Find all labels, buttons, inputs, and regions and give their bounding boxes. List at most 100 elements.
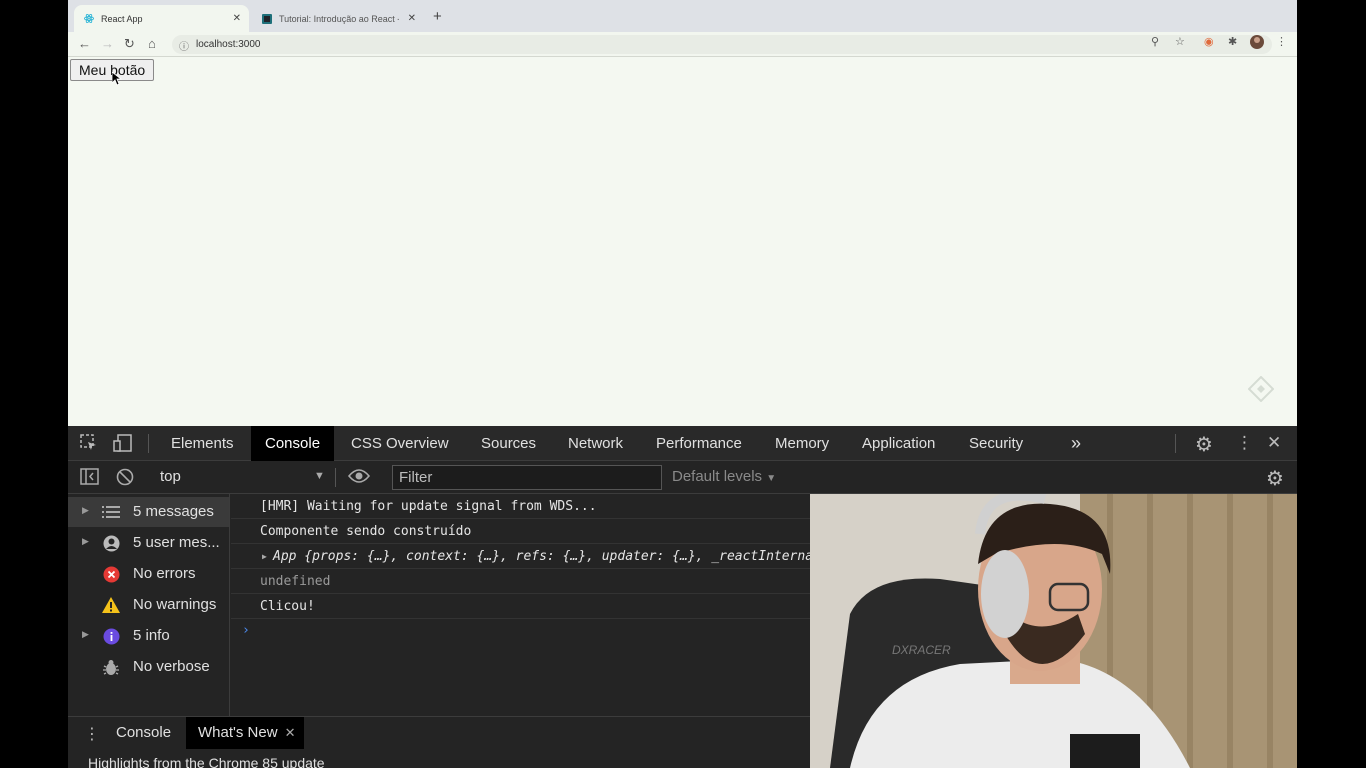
cursor-icon	[111, 71, 123, 89]
more-options-icon[interactable]: ⋮	[1236, 433, 1253, 453]
more-tabs-button[interactable]: »	[1057, 426, 1095, 461]
browser-toolbar: ← → ↻ ⌂ ⓘ localhost:3000 ⚲ ☆ ◉ ✱ ⋮	[68, 32, 1297, 57]
log-entry: [HMR] Waiting for update signal from WDS…	[231, 494, 811, 519]
drawer-tab-whats-new[interactable]: What's New ✕	[186, 717, 304, 749]
drawer-heading: Highlights from the Chrome 85 update	[88, 755, 325, 768]
expand-arrow-icon[interactable]: ▶	[82, 505, 89, 516]
url-text: localhost:3000	[196, 39, 261, 50]
device-toolbar-icon[interactable]	[113, 434, 133, 457]
bug-icon	[102, 658, 120, 676]
close-icon[interactable]: ✕	[233, 13, 241, 24]
list-icon	[102, 503, 120, 521]
dropdown-arrow-icon[interactable]: ▼	[314, 470, 325, 482]
address-bar[interactable]: ⓘ localhost:3000	[172, 35, 1272, 54]
user-icon	[102, 534, 120, 552]
log-text: Clicou!	[260, 599, 315, 614]
divider	[1175, 434, 1176, 453]
tab-strip: React App ✕ Tutorial: Introdução ao Reac…	[68, 0, 1297, 32]
sidebar-item-label: No errors	[133, 565, 196, 582]
sidebar-item-info[interactable]: ▶ 5 info	[68, 621, 229, 651]
drawer-content: Highlights from the Chrome 85 update	[68, 749, 811, 768]
console-sidebar: ▶ 5 messages ▶ 5 user mes... No errors N…	[68, 494, 230, 716]
drawer-tab-label: What's New	[198, 724, 278, 741]
log-text: Componente sendo construído	[260, 524, 472, 539]
webcam-overlay: DXRACER	[810, 494, 1297, 768]
menu-icon[interactable]: ⋮	[1276, 35, 1287, 48]
webcam-person-image: DXRACER	[810, 494, 1297, 768]
console-log: [HMR] Waiting for update signal from WDS…	[231, 494, 811, 716]
info-icon[interactable]: ⓘ	[179, 38, 189, 53]
tab-application[interactable]: Application	[848, 426, 949, 461]
page-icon	[262, 13, 272, 24]
log-text: App {props: {…}, context: {…}, refs: {…}…	[273, 549, 811, 564]
log-levels-label: Default levels	[672, 468, 763, 485]
sidebar-item-user-messages[interactable]: ▶ 5 user mes...	[68, 528, 229, 558]
expand-arrow-icon[interactable]: ▶	[262, 552, 267, 561]
tab-performance[interactable]: Performance	[642, 426, 756, 461]
settings-gear-icon[interactable]: ⚙	[1195, 432, 1213, 457]
tab-sources[interactable]: Sources	[467, 426, 550, 461]
forward-icon[interactable]: →	[101, 36, 114, 52]
dropdown-arrow-icon: ▼	[766, 473, 777, 484]
sidebar-item-label: 5 messages	[133, 503, 214, 520]
drawer-tab-console[interactable]: Console	[104, 717, 183, 749]
expand-arrow-icon[interactable]: ▶	[82, 536, 89, 547]
context-selector[interactable]: top	[160, 468, 181, 485]
drawer-tab-bar: ⋮ Console What's New ✕	[68, 716, 811, 749]
sidebar-item-warnings[interactable]: No warnings	[68, 590, 229, 620]
inspect-icon[interactable]	[80, 434, 98, 457]
console-toolbar: top ▼ Default levels ▼ ⚙	[68, 461, 1297, 494]
home-icon[interactable]: ⌂	[148, 36, 156, 52]
tab-react-app[interactable]: React App ✕	[74, 5, 249, 32]
sidebar-item-label: No warnings	[133, 596, 217, 613]
sidebar-item-label: 5 user mes...	[133, 534, 220, 551]
divider	[335, 468, 336, 487]
tab-title: React App	[101, 13, 143, 24]
svg-text:DXRACER: DXRACER	[892, 643, 951, 657]
tab-console[interactable]: Console	[251, 426, 335, 461]
expand-arrow-icon[interactable]: ▶	[82, 629, 89, 640]
error-icon	[102, 565, 120, 583]
new-tab-button[interactable]: +	[433, 8, 442, 25]
extension-icon[interactable]: ◉	[1204, 35, 1214, 48]
divider	[148, 434, 149, 453]
log-levels-dropdown[interactable]: Default levels ▼	[672, 468, 776, 485]
page-content: Meu botão	[68, 58, 1297, 426]
close-icon[interactable]: ✕	[408, 13, 416, 24]
react-icon	[84, 14, 94, 24]
star-icon[interactable]: ☆	[1175, 35, 1185, 48]
sidebar-item-verbose[interactable]: No verbose	[68, 652, 229, 682]
reload-icon[interactable]: ↻	[124, 36, 135, 52]
log-text: [HMR] Waiting for update signal from WDS…	[260, 499, 597, 514]
tab-title: Tutorial: Introdução ao React -	[279, 13, 399, 24]
sidebar-item-errors[interactable]: No errors	[68, 559, 229, 589]
sidebar-toggle-icon[interactable]	[80, 468, 99, 490]
log-text: undefined	[260, 574, 331, 589]
close-devtools-icon[interactable]: ✕	[1267, 433, 1281, 453]
log-entry: Clicou!	[231, 594, 811, 619]
eye-icon[interactable]	[347, 468, 371, 489]
drawer-menu-icon[interactable]: ⋮	[84, 724, 100, 744]
sidebar-item-label: No verbose	[133, 658, 210, 675]
zoom-icon[interactable]: ⚲	[1151, 35, 1159, 48]
tab-network[interactable]: Network	[554, 426, 637, 461]
filter-input[interactable]	[392, 465, 662, 490]
back-icon[interactable]: ←	[78, 36, 91, 52]
tab-security[interactable]: Security	[955, 426, 1037, 461]
devtools-tab-bar: Elements Console CSS Overview Sources Ne…	[68, 426, 1297, 461]
close-icon[interactable]: ✕	[285, 717, 296, 749]
browser-window: React App ✕ Tutorial: Introdução ao Reac…	[68, 0, 1297, 768]
logo-watermark-icon	[1247, 375, 1275, 403]
puzzle-icon[interactable]: ✱	[1228, 35, 1237, 48]
warning-icon	[102, 596, 120, 614]
tab-elements[interactable]: Elements	[157, 426, 248, 461]
log-entry-object[interactable]: ▶ App {props: {…}, context: {…}, refs: {…	[231, 544, 811, 569]
avatar[interactable]	[1250, 35, 1264, 52]
console-prompt[interactable]: ›	[242, 623, 250, 638]
tab-tutorial[interactable]: Tutorial: Introdução ao React - ✕	[252, 5, 424, 32]
tab-memory[interactable]: Memory	[761, 426, 843, 461]
console-settings-icon[interactable]: ⚙	[1266, 466, 1284, 491]
clear-console-icon[interactable]	[116, 468, 134, 491]
sidebar-item-messages[interactable]: ▶ 5 messages	[68, 497, 229, 527]
tab-css-overview[interactable]: CSS Overview	[337, 426, 463, 461]
